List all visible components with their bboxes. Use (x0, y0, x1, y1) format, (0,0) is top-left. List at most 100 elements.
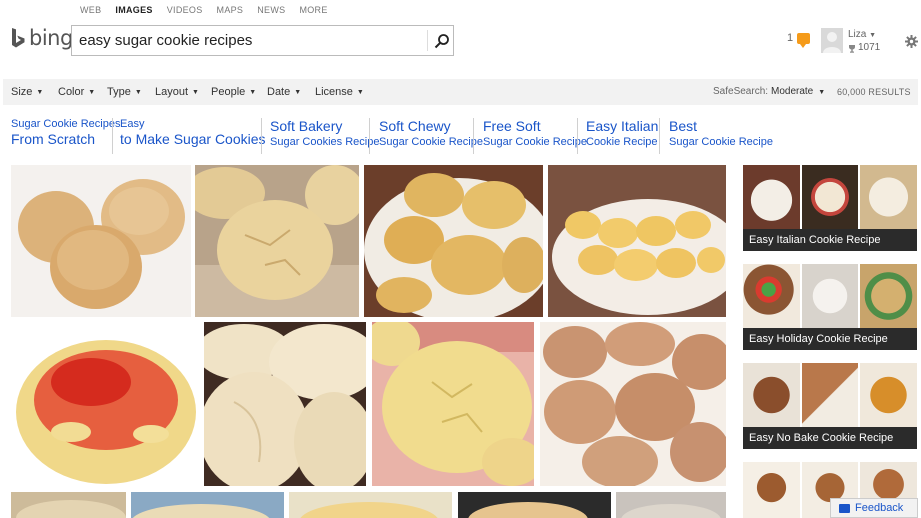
rewards-trophy-icon (849, 44, 855, 53)
thumbnail (801, 363, 859, 427)
scope-videos[interactable]: VIDEOS (167, 5, 203, 15)
related-search-6-line2: Cookie Recipe (586, 136, 658, 148)
related-search-4[interactable]: Soft Chewy Sugar Cookie Recipe (379, 118, 483, 149)
thumbnail (743, 363, 800, 427)
rewards-count: 1071 (858, 42, 881, 53)
bing-logo-text: bing (29, 26, 73, 50)
related-search-2-line2: to Make Sugar Cookies (120, 131, 266, 147)
filter-size[interactable]: Size ▼ (11, 86, 43, 98)
image-result-6[interactable] (204, 322, 366, 486)
related-search-1[interactable]: Sugar Cookie Recipes From Scratch (11, 118, 120, 148)
related-search-2[interactable]: Easy to Make Sugar Cookies (120, 118, 266, 148)
related-search-3-line1: Soft Bakery (270, 118, 343, 134)
cookie-image (289, 492, 452, 518)
thumbnail (801, 264, 859, 328)
related-search-4-line1: Soft Chewy (379, 118, 451, 134)
related-search-5[interactable]: Free Soft Sugar Cookie Recipe (483, 118, 587, 149)
cookie-image (616, 492, 726, 518)
collection-caption: Easy Holiday Cookie Recipe (743, 328, 917, 350)
related-search-6[interactable]: Easy Italian Cookie Recipe (586, 118, 658, 149)
cookie-image (11, 165, 191, 317)
image-result-8[interactable] (540, 322, 726, 486)
image-result-3[interactable] (364, 165, 543, 317)
image-result-5[interactable] (11, 322, 198, 486)
related-search-6-line1: Easy Italian (586, 118, 659, 134)
settings-button[interactable] (905, 35, 918, 53)
caret-down-icon: ▼ (356, 89, 364, 96)
related-divider (112, 118, 113, 154)
cookie-image (195, 165, 359, 317)
filter-people-label: People (211, 86, 246, 98)
related-search-7[interactable]: Best Sugar Cookie Recipe (669, 118, 773, 149)
bing-b-icon (12, 28, 25, 48)
bing-images-page: WEB IMAGES VIDEOS MAPS NEWS MORE bing 1 (0, 0, 921, 518)
scope-more[interactable]: MORE (299, 5, 327, 15)
safesearch-label: SafeSearch: (713, 86, 769, 97)
scope-web[interactable]: WEB (80, 5, 101, 15)
scope-images[interactable]: IMAGES (115, 5, 152, 15)
thumbnail (743, 264, 800, 328)
cookie-image (131, 492, 284, 518)
image-result-11[interactable] (289, 492, 452, 518)
related-search-7-line2: Sugar Cookie Recipe (669, 136, 773, 148)
filter-people[interactable]: People ▼ (211, 86, 256, 98)
filter-layout-label: Layout (155, 86, 189, 98)
related-collection-2[interactable]: Easy Holiday Cookie Recipe (743, 264, 917, 350)
notifications[interactable]: 1 (787, 32, 811, 48)
chevron-down-icon: ▼ (869, 32, 877, 39)
bing-logo[interactable]: bing (10, 26, 73, 50)
related-collection-3[interactable]: Easy No Bake Cookie Recipe (743, 363, 917, 449)
caret-down-icon: ▼ (818, 89, 826, 96)
scope-news[interactable]: NEWS (257, 5, 285, 15)
filter-date[interactable]: Date ▼ (267, 86, 301, 98)
thumbnail (860, 264, 917, 328)
cookie-image (548, 165, 726, 317)
caret-down-icon: ▼ (36, 89, 44, 96)
search-button[interactable] (431, 29, 453, 52)
user-menu[interactable]: Liza ▼ 1071 (848, 29, 880, 54)
image-result-1[interactable] (11, 165, 191, 317)
caret-down-icon: ▼ (294, 89, 302, 96)
caret-down-icon: ▼ (134, 89, 142, 96)
gear-icon (905, 35, 918, 48)
filter-license[interactable]: License ▼ (315, 86, 364, 98)
related-search-3[interactable]: Soft Bakery Sugar Cookies Recipe (270, 118, 379, 149)
filter-type-label: Type (107, 86, 131, 98)
related-collection-1[interactable]: Easy Italian Cookie Recipe (743, 165, 917, 251)
safesearch-dropdown[interactable]: Moderate ▼ (771, 86, 825, 97)
collection-caption: Easy Italian Cookie Recipe (743, 229, 917, 251)
image-result-13[interactable] (616, 492, 726, 518)
caret-down-icon: ▼ (192, 89, 199, 96)
related-search-5-line1: Free Soft (483, 118, 541, 134)
related-divider (577, 118, 578, 154)
thumbnail (860, 363, 917, 427)
avatar[interactable] (821, 28, 843, 53)
image-result-7[interactable] (372, 322, 534, 486)
filter-type[interactable]: Type ▼ (107, 86, 142, 98)
filter-color[interactable]: Color ▼ (58, 86, 95, 98)
safesearch-value: Moderate (771, 86, 814, 97)
user-name: Liza (848, 29, 867, 40)
image-result-2[interactable] (195, 165, 359, 317)
image-result-12[interactable] (458, 492, 611, 518)
image-result-4[interactable] (548, 165, 726, 317)
cookie-image (364, 165, 543, 317)
feedback-icon (839, 503, 850, 513)
thumbnail (743, 462, 800, 518)
image-result-10[interactable] (131, 492, 284, 518)
thumbnail (743, 165, 800, 229)
collection-thumbnails (743, 264, 917, 328)
results-count: 60,000 RESULTS (837, 87, 911, 97)
feedback-button[interactable]: Feedback (830, 498, 918, 518)
notification-count: 1 (787, 32, 794, 44)
search-input[interactable] (72, 26, 422, 55)
cookie-image (11, 322, 198, 486)
thumbnail (860, 165, 917, 229)
scope-maps[interactable]: MAPS (217, 5, 244, 15)
collection-thumbnails (743, 165, 917, 229)
person-icon (823, 32, 841, 53)
filter-layout[interactable]: Layout ▼ (155, 86, 199, 98)
related-search-4-line2: Sugar Cookie Recipe (379, 136, 483, 148)
image-result-9[interactable] (11, 492, 126, 518)
related-search-2-line1: Easy (120, 118, 145, 130)
